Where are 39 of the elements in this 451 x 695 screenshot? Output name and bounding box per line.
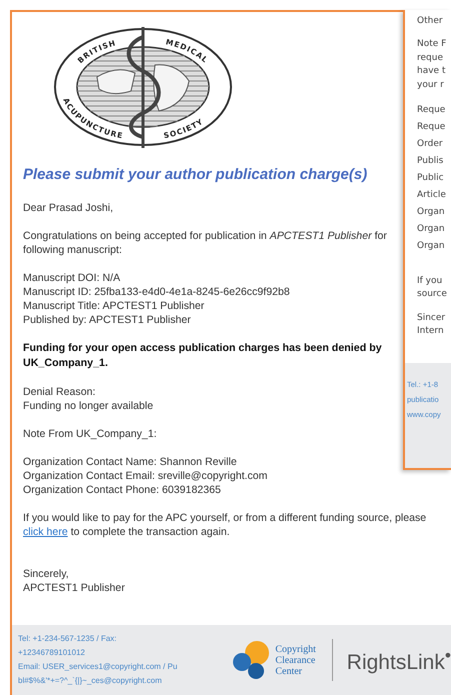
text-line: Other xyxy=(417,15,444,28)
text-line: If you xyxy=(417,275,444,288)
text-line: Public xyxy=(417,172,445,186)
logo-wordmark: Copyright Clearance Center xyxy=(275,644,316,676)
text-line: Sincerely, xyxy=(23,567,69,581)
text-line: Intern xyxy=(417,325,445,338)
text-line: your r xyxy=(417,78,445,92)
email-heading: Please submit your author publication charge(s) xyxy=(23,168,368,182)
text-line: Article xyxy=(417,189,447,202)
text-line: Denial Reason: xyxy=(23,385,96,399)
text-line: Organization Contact Name: Shannon Reville xyxy=(23,455,237,469)
rightslink-logo: RightsLink$^{•}$ xyxy=(346,645,451,675)
text-line: Reque xyxy=(417,104,446,118)
click-here-link[interactable]: click here xyxy=(23,526,68,538)
paragraph: Funding for your open access publication charges has been denied by UK_Company_1. xyxy=(23,341,382,371)
contact-info: Tel: +1-234-567-1235 / Fax: +12346789101012 Email: USER_services1@copyright.com / Pu bl#$%&'*+=?^_`{|}~_ces@copyright.com xyxy=(18,633,178,687)
text-line: Organ xyxy=(417,223,446,236)
paragraph: Congratulations on being accepted for publication in APCTEST1 Publisher for following manuscript: xyxy=(23,229,387,257)
text-line: Note From UK_Company_1: xyxy=(23,427,157,441)
text-line: Publis xyxy=(417,155,444,168)
text-line: Published by: APCTEST1 Publisher xyxy=(23,313,191,327)
paragraph: If you would like to pay for the APC yourself, or from a different funding source, please click here to complete the transaction again. xyxy=(23,511,426,539)
text-line: Organ xyxy=(417,240,446,254)
text-line: Organization Contact Phone: 6039182365 xyxy=(23,483,221,497)
text-line: Organ xyxy=(417,206,446,220)
text-line: source xyxy=(417,288,448,302)
paragraph: Dear Prasad Joshi, xyxy=(23,201,114,215)
text-line: Manuscript ID: 25fba133-e4d0-4e1a-8245-6e26cc9f92b8 xyxy=(23,285,290,299)
text-line: Manuscript Title: APCTEST1 Publisher xyxy=(23,299,204,313)
text-line: Note F xyxy=(417,38,448,52)
text-line: Organization Contact Email: sreville@copyright.com xyxy=(23,469,268,483)
text-line: Order xyxy=(417,138,444,152)
text-line: Sincer xyxy=(417,312,446,325)
text-line: have t xyxy=(417,65,446,78)
text-line: Manuscript DOI: N/A xyxy=(23,271,120,285)
text-line: reque xyxy=(417,52,444,65)
text-line: Funding no longer available xyxy=(23,399,154,413)
text-line: Reque xyxy=(417,121,446,134)
text-line: APCTEST1 Publisher xyxy=(23,581,125,595)
